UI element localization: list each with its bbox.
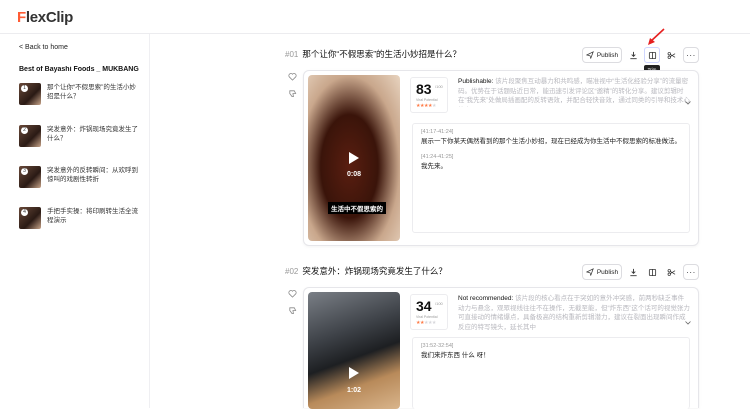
clip-analysis: Publishable: 该片段聚焦互动暴力和共鸣感，瞄准视中“生活化经验分享”… — [458, 78, 690, 107]
clip-heading: #01 那个让你“不假思索”的生活小妙招是什么？ — [285, 49, 462, 59]
transcript-timestamp: [31:52-32:54] — [421, 343, 454, 349]
clip-card: 1:02 34 /100 Viral Potential ★★★★★ Not r… — [303, 287, 699, 409]
clip-video-player[interactable]: 1:02 — [308, 292, 400, 409]
clip-video-player[interactable]: 0:08 生活中不假思索的 — [308, 75, 400, 241]
play-icon — [349, 152, 359, 164]
transcript-timestamp: [41:17-41:24] — [421, 129, 454, 135]
pointer-arrow-icon — [648, 28, 665, 45]
scissors-icon — [667, 268, 675, 276]
transcript-line: 展示一下你某天偶然看到的那个生活小妙招，现在已经成为你生活中不假思索的标准做法。 — [421, 138, 681, 145]
download-icon — [629, 51, 637, 59]
scissors-button[interactable] — [663, 47, 679, 63]
viral-score-box: 34 /100 Viral Potential ★★★★★ — [410, 294, 448, 330]
sidebar-clip-label: 突发意外的反转瞬间：从欢呼到惊叫的戏剧性转折 — [47, 167, 138, 183]
clip-thumbnail: 3 — [19, 166, 41, 188]
like-icon[interactable] — [288, 289, 297, 298]
like-icon[interactable] — [288, 72, 297, 81]
download-button[interactable] — [625, 264, 641, 280]
sidebar-clip-item[interactable]: 3 突发意外的反转瞬间：从欢呼到惊叫的戏剧性转折 — [19, 166, 144, 192]
clip-card: 0:08 生活中不假思索的 83 /100 Viral Potential ★★… — [303, 70, 699, 246]
download-button[interactable] — [625, 47, 641, 63]
transcript-line: 我先来。 — [421, 163, 447, 170]
more-icon: ··· — [686, 267, 696, 277]
trim-button[interactable] — [644, 47, 660, 63]
clip-heading: #02 突发意外：炸锅现场究竟发生了什么？ — [285, 266, 447, 276]
sidebar: < Back to home Best of Bayashi Foods _ M… — [0, 34, 150, 408]
source-video-title: Best of Bayashi Foods _ MUKBANG _... — [19, 66, 139, 73]
dislike-icon[interactable] — [288, 306, 297, 315]
trim-icon — [648, 51, 656, 59]
transcript-panel: [41:17-41:24] 展示一下你某天偶然看到的那个生活小妙招，现在已经成为… — [412, 123, 690, 233]
viral-score-box: 83 /100 Viral Potential ★★★★★ — [410, 77, 448, 113]
play-icon — [349, 367, 359, 379]
clip-thumbnail: 2 — [19, 125, 41, 147]
send-icon — [585, 268, 594, 276]
sidebar-clip-label: 那个让你“不假思索”的生活小妙招是什么？ — [47, 84, 136, 100]
chevron-down-icon[interactable] — [685, 101, 691, 105]
more-icon: ··· — [686, 50, 696, 60]
top-bar: FlexClip — [0, 0, 750, 34]
more-options-button[interactable]: ··· — [683, 264, 699, 280]
dislike-icon[interactable] — [288, 89, 297, 98]
video-duration: 0:08 — [346, 171, 361, 178]
sidebar-clip-item[interactable]: 4 手把手实操：将印刷转生活全流程演示 — [19, 207, 144, 233]
clip-thumbnail: 4 — [19, 207, 41, 229]
publish-button[interactable]: Publish — [582, 47, 622, 63]
viral-score: 34 — [416, 298, 432, 314]
transcript-panel: [31:52-32:54] 我们来炸东西 什么 呀！ — [412, 337, 690, 409]
sidebar-clip-label: 突发意外：炸锅现场究竟发生了什么？ — [47, 126, 138, 142]
sidebar-clip-item[interactable]: 2 突发意外：炸锅现场究竟发生了什么？ — [19, 125, 144, 151]
video-caption: 生活中不假思索的 — [328, 202, 386, 214]
download-icon — [629, 268, 637, 276]
trim-button[interactable] — [644, 264, 660, 280]
rating-stars: ★★★★★ — [416, 320, 436, 326]
flexclip-logo[interactable]: FlexClip — [17, 9, 73, 26]
video-duration: 1:02 — [346, 387, 361, 394]
transcript-line: 我们来炸东西 什么 呀！ — [421, 352, 490, 359]
sidebar-clip-label: 手把手实操：将印刷转生活全流程演示 — [47, 208, 138, 224]
send-icon — [585, 51, 594, 59]
clip-thumbnail: 1 — [19, 83, 41, 105]
transcript-timestamp: [41:24-41:25] — [421, 154, 454, 160]
scissors-button[interactable] — [663, 264, 679, 280]
scissors-icon — [667, 51, 675, 59]
publish-button[interactable]: Publish — [582, 264, 622, 280]
more-options-button[interactable]: ··· — [683, 47, 699, 63]
clip-title: 那个让你“不假思索”的生活小妙招是什么？ — [302, 49, 462, 59]
back-to-home-link[interactable]: < Back to home — [19, 44, 68, 51]
clip-title: 突发意外：炸锅现场究竟发生了什么？ — [302, 266, 447, 276]
viral-score: 83 — [416, 81, 432, 97]
sidebar-clip-item[interactable]: 1 那个让你“不假思索”的生活小妙招是什么？ — [19, 83, 144, 109]
clip-analysis: Not recommended: 该片段的核心看点在于突如的意外冲突感，前两秒缺… — [458, 295, 690, 331]
chevron-down-icon[interactable] — [685, 321, 691, 325]
trim-icon — [648, 268, 656, 276]
rating-stars: ★★★★★ — [416, 103, 436, 109]
